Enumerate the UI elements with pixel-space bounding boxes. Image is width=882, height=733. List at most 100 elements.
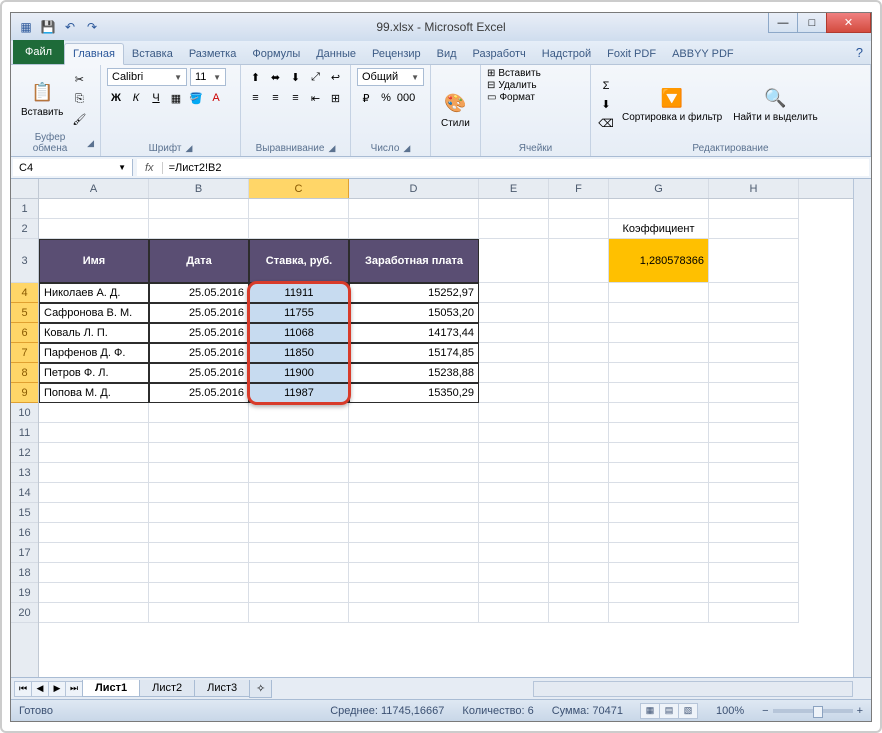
zoom-in-button[interactable]: + [857,705,863,717]
cell[interactable] [549,219,609,239]
cell[interactable] [39,199,149,219]
sheet-nav-prev[interactable]: ◀ [31,681,49,697]
cell[interactable] [249,563,349,583]
tab-view[interactable]: Вид [429,44,465,64]
align-center-icon[interactable]: ≡ [267,89,285,107]
cell[interactable] [249,219,349,239]
select-all-corner[interactable] [11,179,38,199]
col-header[interactable]: A [39,179,149,198]
tab-layout[interactable]: Разметка [181,44,245,64]
tab-review[interactable]: Рецензир [364,44,429,64]
cell[interactable] [609,383,709,403]
cell[interactable] [709,503,799,523]
cell[interactable]: 25.05.2016 [149,303,249,323]
tab-developer[interactable]: Разработч [465,44,534,64]
cell[interactable]: 15350,29 [349,383,479,403]
cell[interactable] [479,383,549,403]
cell[interactable] [709,463,799,483]
cell[interactable] [249,523,349,543]
cell[interactable] [349,483,479,503]
row-header[interactable]: 11 [11,423,38,443]
cell[interactable] [609,543,709,563]
cell[interactable]: Николаев А. Д. [39,283,149,303]
cell[interactable] [479,603,549,623]
cell[interactable] [149,563,249,583]
header-salary[interactable]: Заработная плата [349,239,479,283]
cell[interactable] [609,603,709,623]
cell[interactable] [709,199,799,219]
cell[interactable] [609,199,709,219]
row-header[interactable]: 12 [11,443,38,463]
cell[interactable] [709,343,799,363]
cell[interactable] [479,323,549,343]
cell[interactable] [549,583,609,603]
cell[interactable] [609,463,709,483]
zoom-level[interactable]: 100% [716,705,744,717]
cell[interactable] [479,219,549,239]
tab-insert[interactable]: Вставка [124,44,181,64]
cell[interactable] [609,503,709,523]
cell[interactable] [249,483,349,503]
cell[interactable]: 15174,85 [349,343,479,363]
minimize-button[interactable]: — [768,13,798,33]
cell[interactable] [609,423,709,443]
cell[interactable] [549,483,609,503]
cell[interactable] [39,443,149,463]
cell[interactable] [549,463,609,483]
cell[interactable] [349,543,479,563]
cell[interactable] [709,283,799,303]
cell[interactable]: 11987 [249,383,349,403]
dialog-launcher-icon[interactable]: ◢ [328,143,335,154]
cell[interactable] [709,443,799,463]
cell[interactable] [479,283,549,303]
cell[interactable] [39,563,149,583]
col-header[interactable]: G [609,179,709,198]
cell[interactable] [609,343,709,363]
currency-icon[interactable]: ₽ [357,89,375,107]
insert-cells-label[interactable]: Вставить [498,68,540,79]
cell[interactable]: 11911 [249,283,349,303]
find-select-button[interactable]: 🔍 Найти и выделить [729,84,821,125]
cell[interactable] [149,219,249,239]
sort-filter-button[interactable]: 🔽 Сортировка и фильтр [618,84,726,125]
cell[interactable] [479,443,549,463]
col-header[interactable]: B [149,179,249,198]
cell[interactable] [149,603,249,623]
cell[interactable]: 25.05.2016 [149,323,249,343]
sheet-tab[interactable]: Лист2 [139,680,195,697]
cell[interactable]: 15252,97 [349,283,479,303]
align-bottom-icon[interactable]: ⬇ [287,68,305,86]
cell[interactable] [609,323,709,343]
cell[interactable]: 25.05.2016 [149,343,249,363]
cell[interactable] [349,219,479,239]
format-painter-icon[interactable]: 🖌 [70,110,88,128]
save-icon[interactable]: 💾 [39,18,57,36]
zoom-slider[interactable] [773,709,853,713]
underline-button[interactable]: Ч [147,89,165,107]
insert-cells-icon[interactable]: ⊞ [487,68,495,79]
sheet-nav-first[interactable]: ⏮ [14,681,32,697]
fill-icon[interactable]: ⬇ [597,96,615,114]
cell[interactable] [39,543,149,563]
cell[interactable] [39,403,149,423]
cell[interactable]: 14173,44 [349,323,479,343]
row-header[interactable]: 15 [11,503,38,523]
maximize-button[interactable]: □ [797,13,827,33]
cell[interactable] [249,423,349,443]
cell[interactable] [39,483,149,503]
font-size-combo[interactable]: 11▼ [190,68,226,86]
cell[interactable] [39,503,149,523]
cell[interactable] [709,543,799,563]
cell[interactable] [39,603,149,623]
cell[interactable] [479,239,549,283]
cell[interactable] [349,463,479,483]
wrap-text-icon[interactable]: ↩ [327,68,345,86]
cell[interactable] [39,219,149,239]
dialog-launcher-icon[interactable]: ◢ [403,143,410,154]
help-icon[interactable]: ? [856,45,863,60]
header-rate[interactable]: Ставка, руб. [249,239,349,283]
cell[interactable] [609,583,709,603]
row-header[interactable]: 5 [11,303,38,323]
cell[interactable] [709,583,799,603]
fx-icon[interactable]: fx [137,162,163,174]
